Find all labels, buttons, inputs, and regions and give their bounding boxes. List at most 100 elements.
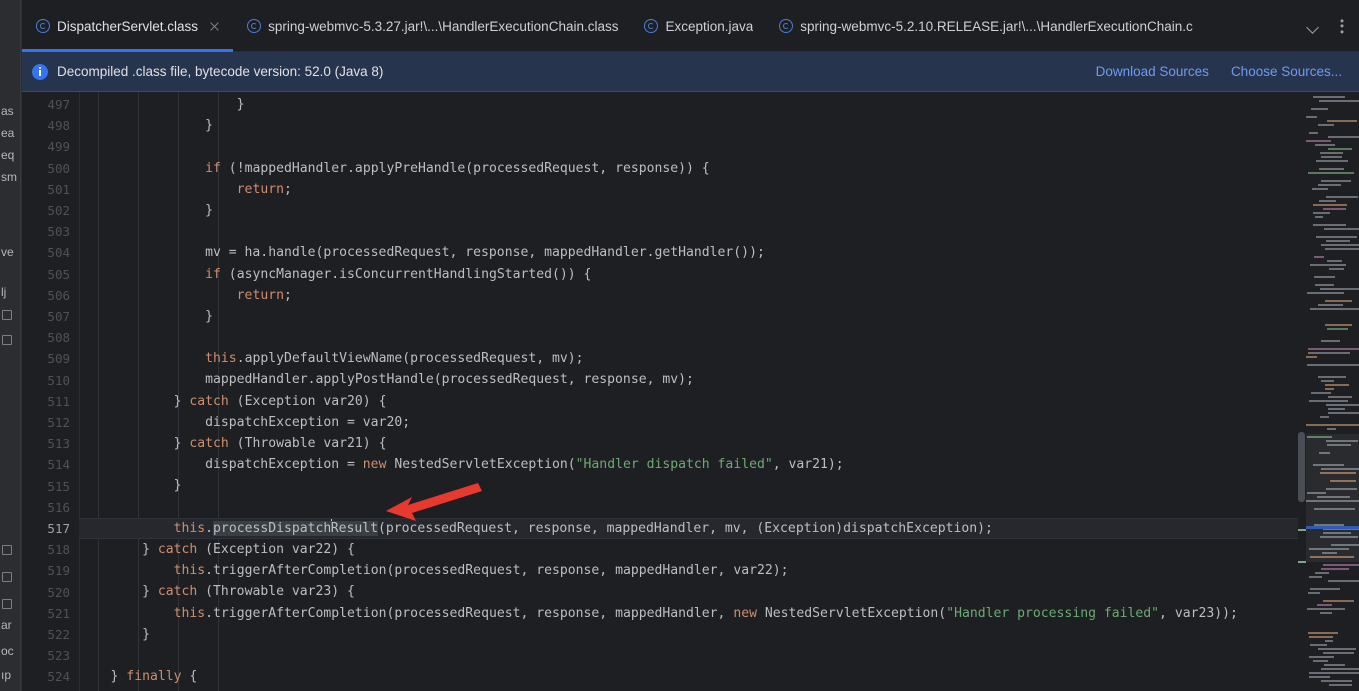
line-number-gutter[interactable]: 497 498 499 500 501 502 503 504 505 506 507 508 509 5… <box>22 92 79 691</box>
line-number[interactable]: 500 <box>22 158 70 179</box>
code-minimap[interactable] <box>1298 92 1359 691</box>
line-number[interactable]: 521 <box>22 603 70 624</box>
code-line[interactable]: } finally { <box>79 666 1298 687</box>
minimap-line <box>1307 608 1345 610</box>
choose-sources-link[interactable]: Choose Sources... <box>1231 64 1342 79</box>
code-line[interactable]: mv = ha.handle(processedRequest, respons… <box>79 242 1298 263</box>
project-tree-item[interactable]: ar <box>1 618 12 632</box>
line-number[interactable]: 515 <box>22 476 70 497</box>
code-line[interactable]: } <box>79 624 1298 645</box>
line-number[interactable]: 524 <box>22 666 70 687</box>
code-line[interactable]: dispatchException = new NestedServletExc… <box>79 454 1298 475</box>
code-editor[interactable]: 497 498 499 500 501 502 503 504 505 506 507 508 509 5… <box>22 92 1359 691</box>
editor-tab-0[interactable]: DispatcherServlet.class <box>22 0 234 52</box>
code-line[interactable]: return; <box>79 179 1298 200</box>
line-number[interactable]: 516 <box>22 497 70 518</box>
minimap-line <box>1327 428 1336 430</box>
line-number[interactable]: 509 <box>22 348 70 369</box>
code-line[interactable]: } <box>79 306 1298 327</box>
line-number[interactable]: 518 <box>22 539 70 560</box>
project-tree-item[interactable]: ea <box>1 126 14 140</box>
vertical-scrollbar-thumb[interactable] <box>1298 432 1305 502</box>
project-tree-item[interactable]: oc <box>1 644 14 658</box>
minimap-line <box>1321 244 1359 246</box>
editor-tab-1[interactable]: spring-webmvc-5.3.27.jar!\...\HandlerExe… <box>233 0 630 52</box>
project-tool-window-sliver[interactable]: as ea eq sm ve lj ar oc ıp <box>0 0 22 691</box>
code-line[interactable]: this.triggerAfterCompletion(processedReq… <box>79 603 1298 624</box>
editor-tab-2[interactable]: Exception.java <box>630 0 765 52</box>
line-number[interactable]: 497 <box>22 94 70 115</box>
chevron-down-icon[interactable] <box>1301 13 1327 39</box>
line-number[interactable]: 512 <box>22 412 70 433</box>
project-tree-item[interactable]: ve <box>1 245 14 259</box>
minimap-line <box>1306 116 1317 118</box>
project-tree-item[interactable]: ıp <box>1 668 11 682</box>
minimap-line <box>1323 652 1354 654</box>
code-line[interactable]: this.triggerAfterCompletion(processedReq… <box>79 560 1298 581</box>
minimap-line <box>1325 300 1352 302</box>
project-tree-item[interactable]: as <box>1 104 14 118</box>
code-line[interactable]: this.processDispatchResult(processedRequ… <box>79 518 1298 539</box>
line-number[interactable]: 502 <box>22 200 70 221</box>
code-line[interactable] <box>79 645 1298 666</box>
code-line[interactable] <box>79 221 1298 242</box>
code-line[interactable]: dispatchException = var20; <box>79 412 1298 433</box>
line-number[interactable]: 505 <box>22 264 70 285</box>
vertical-scrollbar-track[interactable] <box>1298 92 1306 691</box>
minimap-line <box>1328 148 1352 150</box>
line-number[interactable]: 507 <box>22 306 70 327</box>
line-number[interactable]: 519 <box>22 560 70 581</box>
code-line[interactable]: } <box>79 200 1298 221</box>
minimap-change-marker[interactable] <box>1298 561 1306 563</box>
line-number[interactable]: 511 <box>22 391 70 412</box>
line-number[interactable]: 517 <box>22 518 70 539</box>
line-number[interactable]: 520 <box>22 582 70 603</box>
line-number[interactable]: 501 <box>22 179 70 200</box>
source-code[interactable]: } } if (!mappedHandler.applyPreHandle(pr… <box>79 94 1298 687</box>
line-number[interactable]: 514 <box>22 454 70 475</box>
project-file-icon <box>2 545 12 555</box>
minimap-line <box>1309 400 1348 402</box>
line-number[interactable]: 498 <box>22 115 70 136</box>
code-line[interactable]: } catch (Exception var20) { <box>79 391 1298 412</box>
code-line[interactable]: if (asyncManager.isConcurrentHandlingSta… <box>79 264 1298 285</box>
code-line[interactable] <box>79 136 1298 157</box>
code-line[interactable] <box>79 327 1298 348</box>
download-sources-link[interactable]: Download Sources <box>1096 64 1209 79</box>
line-number[interactable]: 506 <box>22 285 70 306</box>
code-line[interactable]: } <box>79 94 1298 115</box>
code-text-area[interactable]: } } if (!mappedHandler.applyPreHandle(pr… <box>79 92 1298 691</box>
code-line[interactable]: return; <box>79 285 1298 306</box>
line-number[interactable]: 522 <box>22 624 70 645</box>
minimap-line <box>1309 676 1330 678</box>
code-line[interactable]: } catch (Throwable var21) { <box>79 433 1298 454</box>
line-number[interactable]: 523 <box>22 645 70 666</box>
minimap-line <box>1308 172 1354 174</box>
project-file-icon <box>2 572 12 582</box>
code-line[interactable]: } catch (Exception var22) { <box>79 539 1298 560</box>
code-line[interactable]: if (!mappedHandler.applyPreHandle(proces… <box>79 158 1298 179</box>
line-number[interactable]: 513 <box>22 433 70 454</box>
close-icon[interactable] <box>208 20 221 33</box>
kebab-menu-icon[interactable] <box>1329 13 1355 39</box>
project-tree-item[interactable]: lj <box>1 285 6 299</box>
code-line[interactable]: mappedHandler.applyPostHandle(processedR… <box>79 369 1298 390</box>
line-number[interactable]: 504 <box>22 242 70 263</box>
editor-tab-3[interactable]: spring-webmvc-5.2.10.RELEASE.jar!\...\Ha… <box>765 0 1204 52</box>
line-number[interactable]: 503 <box>22 221 70 242</box>
line-number[interactable]: 510 <box>22 370 70 391</box>
code-line[interactable] <box>79 497 1298 518</box>
minimap-line <box>1321 680 1352 682</box>
minimap-line <box>1306 424 1359 426</box>
minimap-change-marker[interactable] <box>1298 529 1306 531</box>
project-tree-item[interactable]: eq <box>1 148 14 162</box>
line-number[interactable]: 499 <box>22 136 70 157</box>
code-line[interactable]: } catch (Throwable var23) { <box>79 581 1298 602</box>
minimap-viewport-thumb[interactable] <box>1306 434 1359 562</box>
line-number[interactable]: 508 <box>22 327 70 348</box>
code-line[interactable]: } <box>79 475 1298 496</box>
code-line[interactable]: } <box>79 115 1298 136</box>
code-line[interactable]: this.applyDefaultViewName(processedReque… <box>79 348 1298 369</box>
tab-label: spring-webmvc-5.3.27.jar!\...\HandlerExe… <box>268 18 619 34</box>
project-tree-item[interactable]: sm <box>1 170 17 184</box>
